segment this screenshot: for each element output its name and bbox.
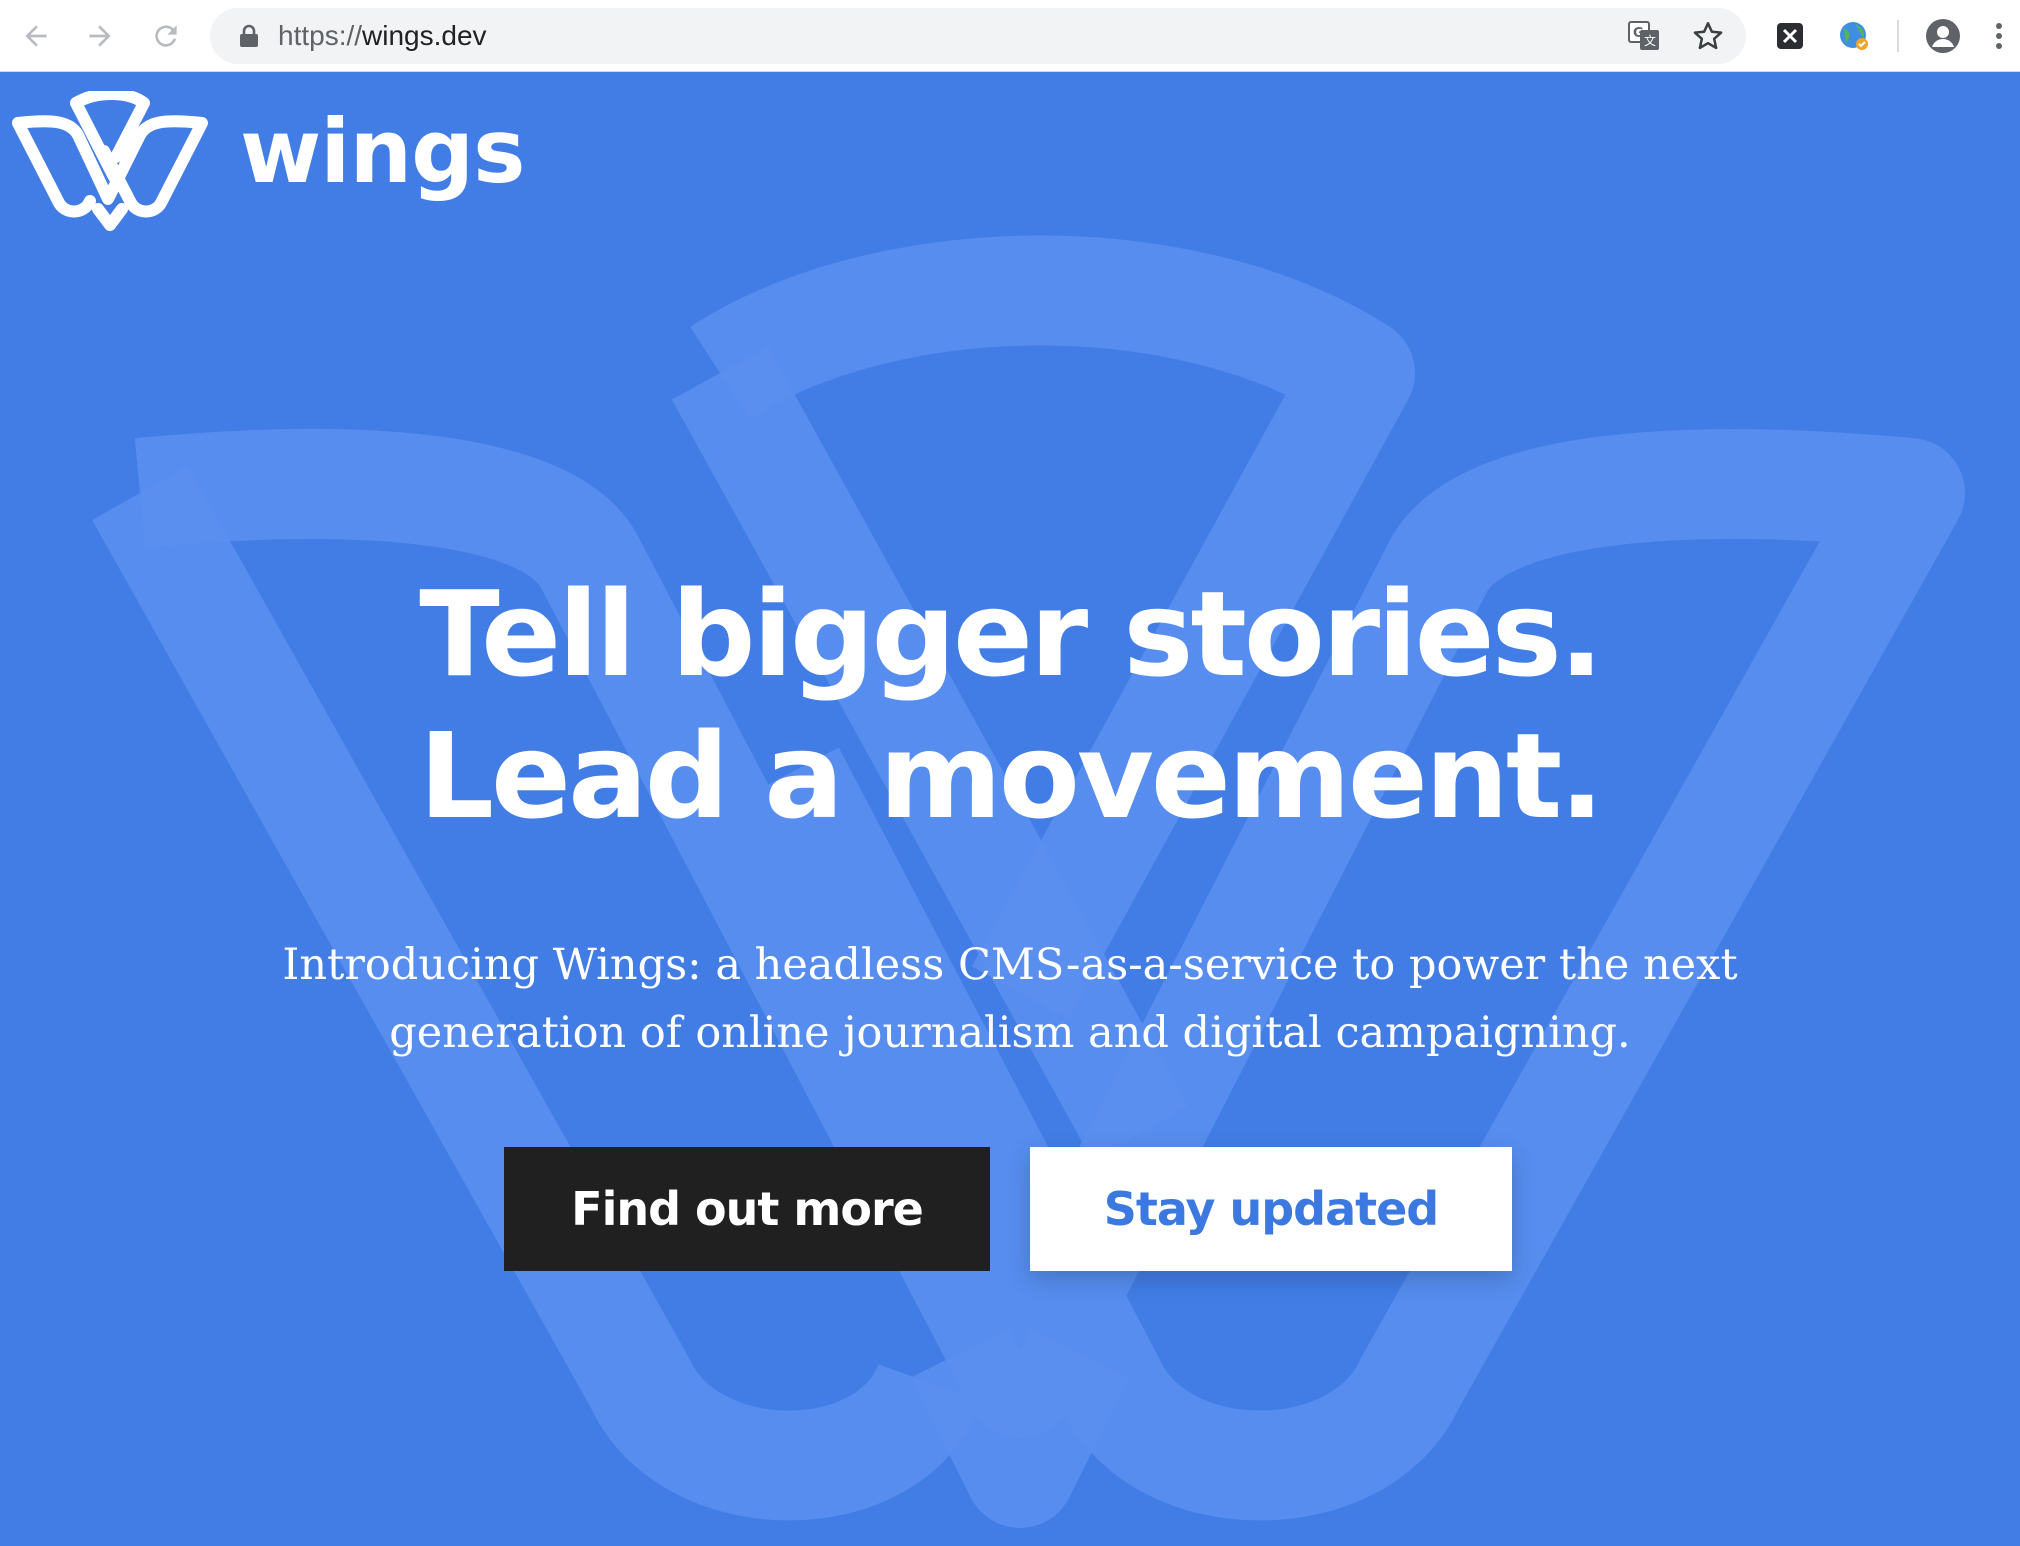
forward-icon (89, 25, 111, 47)
hero-headline-line-2: Lead a movement. (418, 707, 1604, 845)
address-bar[interactable]: https://wings.dev G文 (210, 8, 1746, 64)
hero-section: wings Tell bigger stories. Lead a moveme… (0, 73, 2020, 1546)
site-logo[interactable]: wings (12, 91, 525, 231)
bookmark-star-icon[interactable] (1692, 20, 1724, 52)
extension-x-icon (1777, 23, 1803, 49)
lock-icon (240, 24, 258, 47)
browser-toolbar: https://wings.dev G文 (0, 0, 2020, 72)
extension-globe-icon (1840, 22, 1868, 50)
stay-updated-button[interactable]: Stay updated (1030, 1147, 1512, 1271)
reload-button[interactable] (144, 14, 188, 58)
hero-headline-line-1: Tell bigger stories. (419, 565, 1603, 703)
hero-subtitle-line-1: Introducing Wings: a headless CMS-as-a-s… (282, 940, 1738, 990)
hero-subtitle-line-2: generation of online journalism and digi… (389, 1008, 1631, 1058)
extension-x-button[interactable] (1768, 14, 1812, 58)
hero-subtitle: Introducing Wings: a headless CMS-as-a-s… (260, 931, 1760, 1067)
translate-icon[interactable]: G文 (1628, 21, 1660, 51)
url-host: wings.dev (362, 20, 487, 51)
toolbar-divider (1897, 20, 1899, 52)
browser-menu-button[interactable] (1984, 14, 2014, 58)
logo-wordmark: wings (240, 100, 525, 203)
svg-text:文: 文 (1644, 33, 1656, 48)
menu-icon (1996, 23, 2002, 49)
back-icon (25, 25, 47, 47)
url-text[interactable]: https://wings.dev (278, 8, 487, 64)
forward-button[interactable] (78, 14, 122, 58)
find-out-more-button[interactable]: Find out more (504, 1147, 990, 1271)
hero-headline: Tell bigger stories. Lead a movement. (0, 563, 2020, 847)
profile-button[interactable] (1921, 14, 1965, 58)
extension-globe-button[interactable] (1832, 14, 1876, 58)
url-scheme: https:// (278, 20, 363, 51)
back-button[interactable] (14, 14, 58, 58)
profile-icon (1926, 19, 1960, 53)
reload-icon (155, 25, 177, 47)
wings-logo-icon (12, 91, 208, 231)
background-wings-mark (92, 235, 1965, 1528)
